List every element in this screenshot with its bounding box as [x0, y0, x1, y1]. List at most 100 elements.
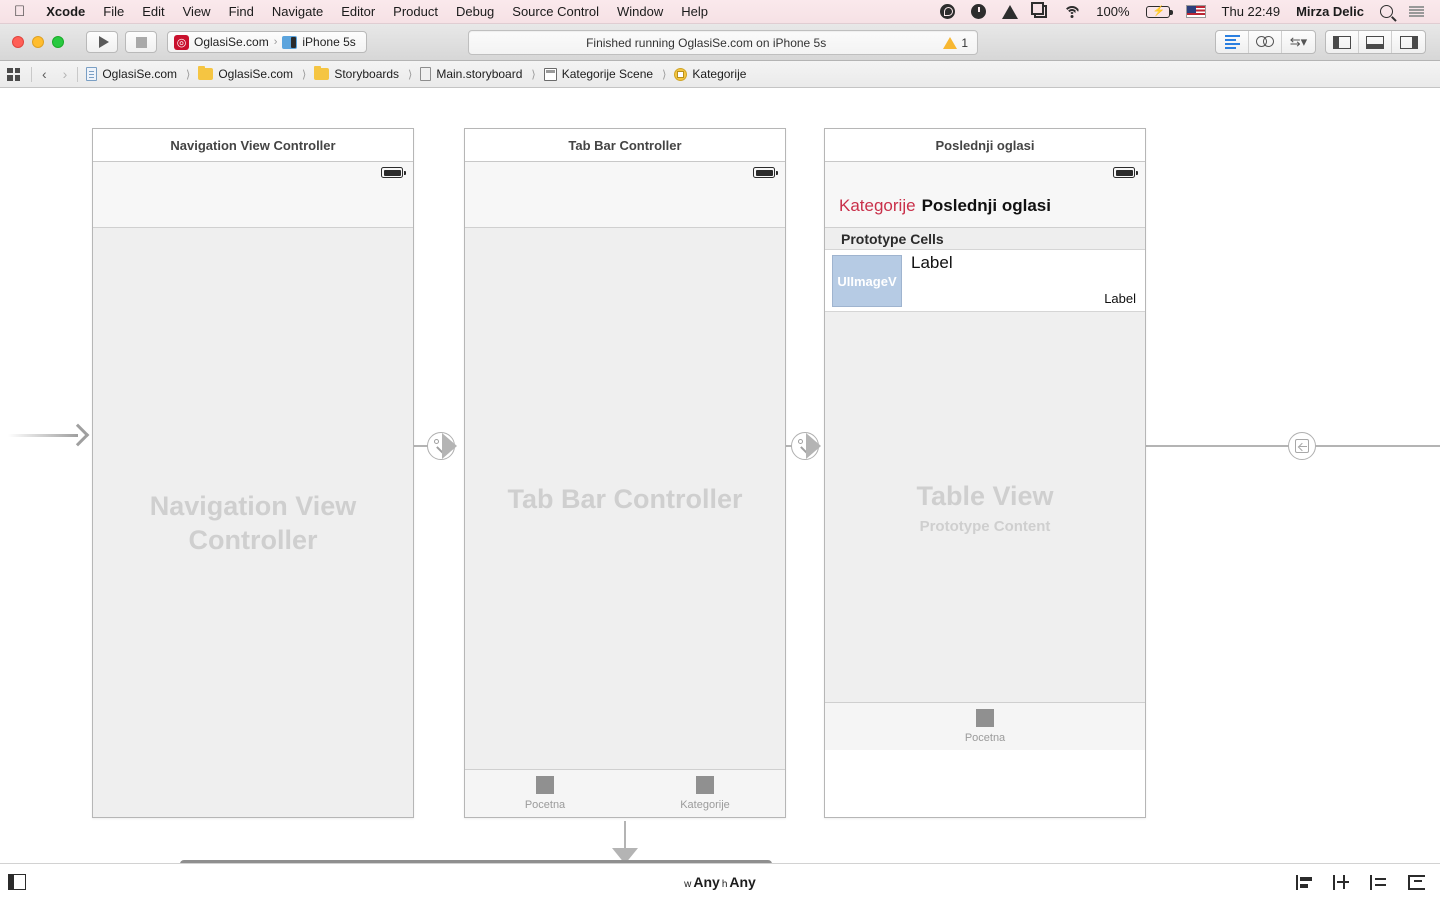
segue-arrowhead-icon [442, 433, 457, 459]
divider [31, 67, 32, 82]
menu-item-source-control[interactable]: Source Control [503, 4, 608, 19]
tab-bar-item-kategorije[interactable]: Kategorije [625, 770, 785, 817]
breadcrumb-item-storyboards[interactable]: Storyboards ⟩ [308, 67, 414, 81]
zoom-window-button[interactable] [52, 36, 64, 48]
breadcrumb-item-project[interactable]: OglasiSe.com ⟩ [80, 67, 192, 81]
toggle-navigator-button[interactable] [1326, 31, 1359, 53]
tab-bar-item-pocetna[interactable]: Pocetna [825, 703, 1145, 750]
scene-title: Tab Bar Controller [465, 129, 785, 162]
storyboard-canvas[interactable]: Navigation View Controller Navigation Vi… [0, 88, 1440, 863]
breadcrumb-item-view-controller[interactable]: Kategorije [668, 67, 748, 81]
apple-menu-icon[interactable]:  [0, 4, 37, 19]
minimize-window-button[interactable] [32, 36, 44, 48]
nav-back-button[interactable]: Kategorije [839, 196, 916, 216]
breadcrumb-item-scene[interactable]: Kategorije Scene ⟩ [538, 67, 669, 81]
cell-detail-label[interactable]: Label [1104, 291, 1136, 306]
standard-editor-button[interactable] [1216, 31, 1249, 53]
pin-button[interactable] [1333, 875, 1352, 890]
scheme-selector[interactable]: ◎ OglasiSe.com › iPhone 5s [167, 31, 367, 53]
scene-content-area[interactable]: Tab Bar Controller [465, 228, 785, 769]
menu-item-navigate[interactable]: Navigate [263, 4, 332, 19]
project-file-icon [86, 67, 97, 81]
window-copy-icon[interactable] [1026, 5, 1055, 18]
search-icon[interactable] [1372, 5, 1401, 18]
run-button[interactable] [86, 31, 118, 53]
assistant-editor-icon [1256, 36, 1274, 48]
tab-label: Pocetna [525, 799, 565, 811]
viber-icon[interactable] [932, 4, 963, 19]
warning-triangle-icon [943, 37, 957, 49]
canvas-bottom-bar: w Any h Any [0, 863, 1440, 900]
menu-item-editor[interactable]: Editor [332, 4, 384, 19]
menu-item-window[interactable]: Window [608, 4, 672, 19]
breadcrumb-label: Kategorije Scene [562, 67, 653, 81]
related-items-icon[interactable] [7, 68, 20, 81]
scene-content-area[interactable]: Navigation View Controller [93, 228, 413, 817]
version-editor-icon: ⇆▾ [1290, 34, 1307, 50]
menu-item-help[interactable]: Help [672, 4, 717, 19]
segue-arrowhead-icon [806, 433, 821, 459]
prototype-table-cell[interactable]: UIImageV Label Label [825, 250, 1145, 312]
battery-icon [381, 167, 403, 178]
stop-icon [136, 37, 147, 48]
menu-item-debug[interactable]: Debug [447, 4, 503, 19]
table-view-content[interactable]: Table View Prototype Content [825, 312, 1145, 702]
align-button[interactable] [1296, 875, 1315, 890]
battery-icon[interactable]: ⚡ [1138, 6, 1178, 18]
navigation-bar[interactable]: Kategorije Poslednji oglasi [825, 184, 1145, 228]
scene-navigation-view-controller[interactable]: Navigation View Controller Navigation Vi… [92, 128, 414, 818]
cell-title-label[interactable]: Label [911, 253, 953, 273]
toggle-document-outline-button[interactable] [8, 874, 26, 890]
toggle-debug-area-button[interactable] [1359, 31, 1392, 53]
navigation-bar[interactable] [465, 184, 785, 228]
resolve-auto-layout-issues-button[interactable] [1370, 875, 1389, 890]
battery-icon [753, 167, 775, 178]
toggle-utilities-button[interactable] [1392, 31, 1425, 53]
navigate-back-button[interactable]: ‹ [34, 66, 55, 82]
version-editor-button[interactable]: ⇆▾ [1282, 31, 1315, 53]
standard-editor-icon [1225, 35, 1240, 49]
menu-item-product[interactable]: Product [384, 4, 447, 19]
divider [77, 67, 78, 82]
warning-indicator[interactable]: 1 [943, 36, 977, 50]
embed-in-button[interactable] [1407, 875, 1426, 890]
navigate-forward-button[interactable]: › [55, 66, 76, 82]
battery-icon [1113, 167, 1135, 178]
tab-bar[interactable]: Pocetna Kategorije [465, 769, 785, 817]
scene-icon [544, 68, 557, 81]
size-class-width-value: Any [693, 874, 719, 890]
size-class-indicator[interactable]: w Any h Any [684, 874, 756, 890]
placeholder-sublabel: Prototype Content [920, 518, 1051, 535]
assistant-editor-button[interactable] [1249, 31, 1282, 53]
size-class-width-prefix: w [684, 879, 691, 890]
nav-title-label: Poslednji oglasi [922, 196, 1051, 216]
panel-toggle-segmented-control [1325, 30, 1426, 54]
clock-label[interactable]: Thu 22:49 [1214, 4, 1289, 19]
tab-bar[interactable]: Pocetna [825, 702, 1145, 750]
menu-item-xcode[interactable]: Xcode [37, 4, 94, 19]
menu-item-find[interactable]: Find [220, 4, 263, 19]
utilities-panel-icon [1400, 36, 1418, 49]
close-window-button[interactable] [12, 36, 24, 48]
scene-tab-bar-controller[interactable]: Tab Bar Controller Tab Bar Controller Po… [464, 128, 786, 818]
cell-image-view[interactable]: UIImageV [832, 255, 902, 307]
user-name-label[interactable]: Mirza Delic [1288, 4, 1372, 19]
show-segue-right[interactable] [1288, 432, 1316, 460]
menu-item-view[interactable]: View [174, 4, 220, 19]
menu-item-file[interactable]: File [94, 4, 133, 19]
us-flag-icon[interactable] [1178, 5, 1214, 18]
menu-item-edit[interactable]: Edit [133, 4, 173, 19]
stop-button[interactable] [125, 31, 157, 53]
navigation-bar[interactable] [93, 184, 413, 228]
breadcrumb-item-group[interactable]: OglasiSe.com ⟩ [192, 67, 308, 81]
wifi-icon[interactable] [1055, 6, 1088, 18]
scene-poslednji-oglasi[interactable]: Poslednji oglasi Kategorije Poslednji og… [824, 128, 1146, 818]
scene-title: Poslednji oglasi [825, 129, 1145, 162]
breadcrumb-item-main-storyboard[interactable]: Main.storyboard ⟩ [414, 67, 537, 81]
google-drive-icon[interactable] [994, 5, 1026, 19]
notification-center-icon[interactable] [1401, 6, 1432, 17]
tab-bar-item-pocetna[interactable]: Pocetna [465, 770, 625, 817]
tab-label: Pocetna [965, 732, 1005, 744]
clock-icon[interactable] [963, 4, 994, 19]
size-class-height-value: Any [729, 874, 755, 890]
